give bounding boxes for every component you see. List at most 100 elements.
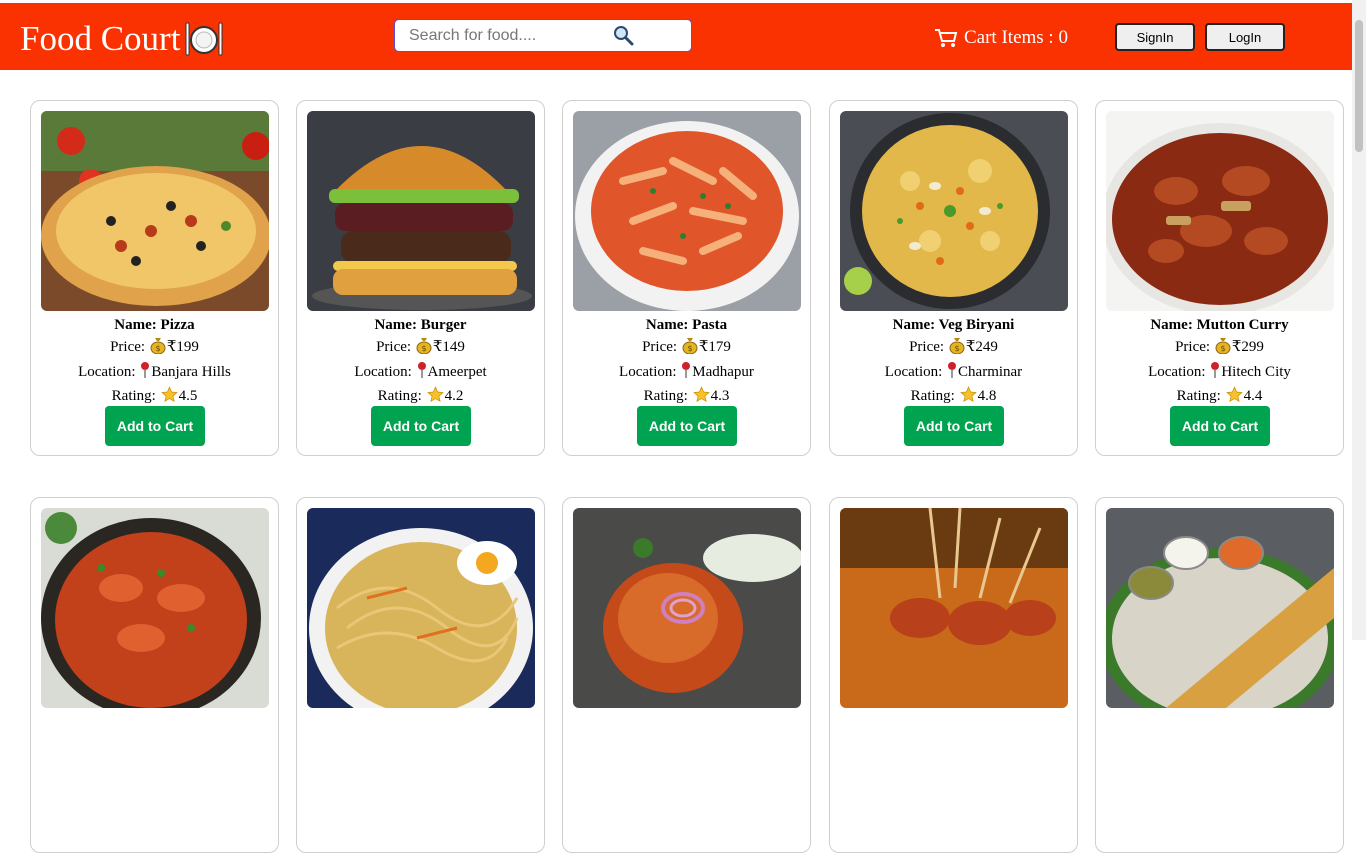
rating-value: 4.5 xyxy=(178,388,198,404)
food-price: Price: $ ₹199 xyxy=(31,336,278,361)
search-input[interactable] xyxy=(409,26,609,46)
food-image-pizza xyxy=(41,111,269,311)
price-value: ₹179 xyxy=(698,339,731,355)
name-value: Pizza xyxy=(160,317,195,333)
rating-label: Rating: xyxy=(377,388,426,404)
svg-text:$: $ xyxy=(687,344,692,353)
cart-link[interactable]: Cart Items : 0 xyxy=(934,27,1068,49)
food-image-burger xyxy=(307,111,535,311)
name-value: Burger xyxy=(420,317,467,333)
food-image-veg-biryani xyxy=(840,111,1068,311)
food-image-chicken-curry xyxy=(41,508,269,708)
food-location: Location: Hitech City xyxy=(1096,361,1343,386)
svg-text:$: $ xyxy=(1220,344,1225,353)
price-label: Price: xyxy=(642,339,681,355)
pushpin-icon xyxy=(1210,361,1220,386)
location-label: Location: xyxy=(1148,364,1210,380)
food-name: Name: Burger xyxy=(297,315,544,336)
price-label: Price: xyxy=(376,339,415,355)
cart-count-label: Cart Items : 0 xyxy=(964,27,1068,48)
brand-logo[interactable]: Food Court xyxy=(20,17,224,61)
food-price: Price: $ ₹249 xyxy=(830,336,1077,361)
food-image-masala-dosa xyxy=(1106,508,1334,708)
price-value: ₹199 xyxy=(166,339,199,355)
rating-value: 4.8 xyxy=(977,388,997,404)
food-card: Name: Veg Biryani Price: $ ₹249 Location:… xyxy=(829,100,1078,456)
add-to-cart-button[interactable]: Add to Cart xyxy=(904,406,1004,446)
food-name: Name: Mutton Curry xyxy=(1096,315,1343,336)
pushpin-icon xyxy=(140,361,150,386)
name-value: Veg Biryani xyxy=(938,317,1015,333)
food-image-mutton-curry xyxy=(1106,111,1334,311)
food-card: Name: Mutton Curry Price: $ ₹299 Location… xyxy=(1095,100,1344,456)
navbar: Food Court Cart Items : xyxy=(0,3,1352,70)
pushpin-icon xyxy=(681,361,691,386)
svg-text:$: $ xyxy=(421,344,426,353)
food-image-tandoori-chicken xyxy=(573,508,801,708)
location-value: Banjara Hills xyxy=(151,364,231,380)
price-value: ₹149 xyxy=(432,339,465,355)
food-price: Price: $ ₹179 xyxy=(563,336,810,361)
rating-label: Rating: xyxy=(910,388,959,404)
plate-fork-knife-icon xyxy=(184,19,224,59)
price-label: Price: xyxy=(110,339,149,355)
rating-value: 4.2 xyxy=(444,388,464,404)
add-to-cart-button[interactable]: Add to Cart xyxy=(637,406,737,446)
food-price: Price: $ ₹149 xyxy=(297,336,544,361)
food-card xyxy=(30,497,279,853)
food-image-pasta xyxy=(573,111,801,311)
search-box[interactable] xyxy=(394,19,692,52)
food-image-noodles xyxy=(307,508,535,708)
location-label: Location: xyxy=(884,364,947,380)
rating-value: 4.4 xyxy=(1243,388,1263,404)
rating-label: Rating: xyxy=(643,388,692,404)
money-bag-icon: $ xyxy=(949,336,965,361)
name-label: Name: xyxy=(1150,317,1197,333)
shopping-cart-icon xyxy=(934,27,958,49)
location-value: Charminar xyxy=(958,364,1023,380)
add-to-cart-button[interactable]: Add to Cart xyxy=(105,406,205,446)
add-to-cart-button[interactable]: Add to Cart xyxy=(371,406,471,446)
price-value: ₹249 xyxy=(965,339,998,355)
brand-title: Food Court xyxy=(20,19,181,58)
location-label: Location: xyxy=(78,364,140,380)
food-card xyxy=(829,497,1078,853)
name-label: Name: xyxy=(114,317,161,333)
login-button[interactable]: LogIn xyxy=(1205,23,1285,51)
food-price: Price: $ ₹299 xyxy=(1096,336,1343,361)
food-card: Name: Pasta Price: $ ₹179 Location: Madha… xyxy=(562,100,811,456)
location-value: Madhapur xyxy=(692,364,754,380)
food-image-chicken-skewers xyxy=(840,508,1068,708)
location-label: Location: xyxy=(619,364,681,380)
location-value: Hitech City xyxy=(1221,364,1291,380)
magnifier-icon[interactable] xyxy=(613,25,635,47)
name-value: Pasta xyxy=(692,317,728,333)
food-location: Location: Madhapur xyxy=(563,361,810,386)
money-bag-icon: $ xyxy=(416,336,432,361)
name-label: Name: xyxy=(645,317,693,333)
scrollbar-thumb[interactable] xyxy=(1355,20,1363,152)
food-location: Location: Ameerpet xyxy=(297,361,544,386)
food-card xyxy=(562,497,811,853)
food-info: Name: Burger Price: $ ₹149 Location: Amee… xyxy=(297,315,544,410)
food-name: Name: Pizza xyxy=(31,315,278,336)
location-label: Location: xyxy=(354,364,416,380)
food-card: Name: Pizza Price: $ ₹199 Location: Banja… xyxy=(30,100,279,456)
money-bag-icon: $ xyxy=(150,336,166,361)
rating-label: Rating: xyxy=(111,388,160,404)
food-card: Name: Burger Price: $ ₹149 Location: Amee… xyxy=(296,100,545,456)
food-info: Name: Veg Biryani Price: $ ₹249 Location:… xyxy=(830,315,1077,410)
food-info: Name: Mutton Curry Price: $ ₹299 Location… xyxy=(1096,315,1343,410)
food-info: Name: Pizza Price: $ ₹199 Location: Banja… xyxy=(31,315,278,410)
money-bag-icon: $ xyxy=(1215,336,1231,361)
rating-label: Rating: xyxy=(1176,388,1225,404)
price-label: Price: xyxy=(1175,339,1214,355)
signin-button[interactable]: SignIn xyxy=(1115,23,1195,51)
location-value: Ameerpet xyxy=(427,364,487,380)
add-to-cart-button[interactable]: Add to Cart xyxy=(1170,406,1270,446)
price-value: ₹299 xyxy=(1231,339,1264,355)
food-name: Name: Pasta xyxy=(563,315,810,336)
food-info: Name: Pasta Price: $ ₹179 Location: Madha… xyxy=(563,315,810,410)
svg-text:$: $ xyxy=(954,344,959,353)
pushpin-icon xyxy=(947,361,957,386)
